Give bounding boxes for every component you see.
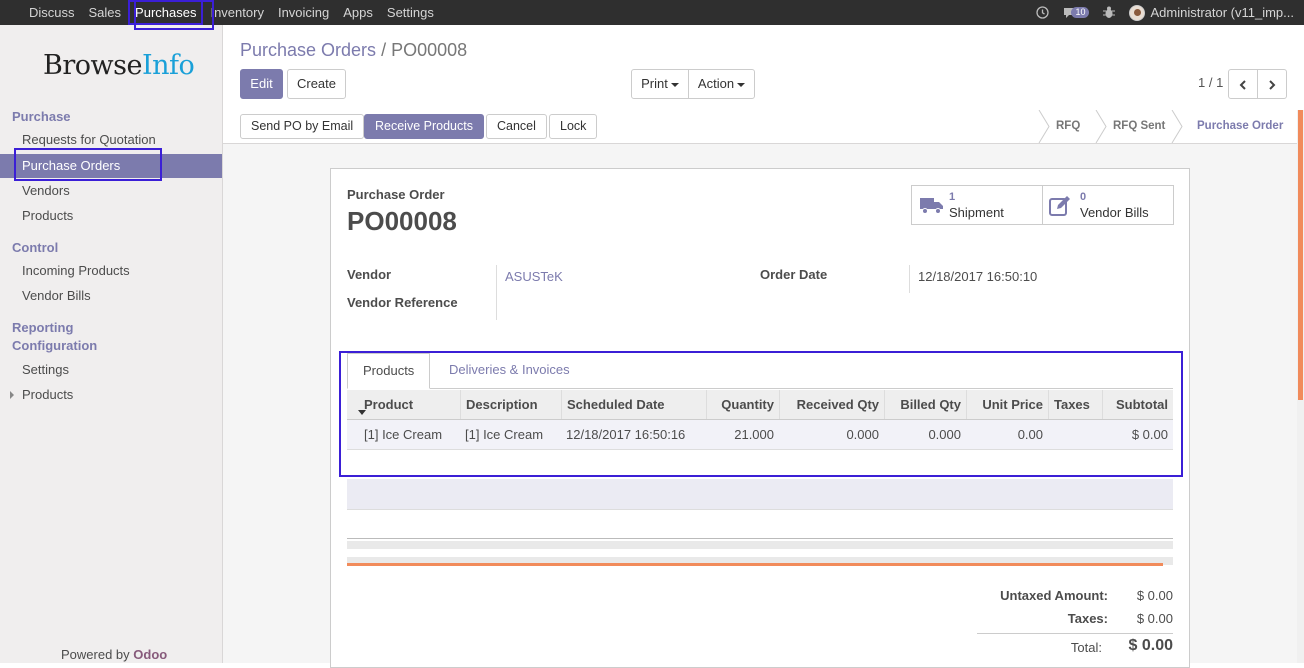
- shipment-smart-button[interactable]: 1 Shipment: [911, 185, 1043, 225]
- pager-previous-button[interactable]: [1228, 69, 1258, 99]
- breadcrumb-current: PO00008: [391, 40, 468, 60]
- vendor-link[interactable]: ASUSTeK: [505, 269, 563, 284]
- section-configuration: Configuration: [12, 338, 98, 353]
- vendor-bills-smart-button[interactable]: 0 Vendor Bills: [1042, 185, 1174, 225]
- stage-separator-icon: [1171, 110, 1183, 143]
- untaxed-amount-value: $ 0.00: [1136, 588, 1173, 603]
- breadcrumb-parent[interactable]: Purchase Orders: [240, 40, 376, 60]
- orange-divider: [347, 563, 1163, 566]
- stage-purchase-order: Purchase Order: [1197, 120, 1284, 132]
- total-value: $ 0.00: [1128, 637, 1173, 654]
- total-label: Total:: [1070, 640, 1102, 655]
- highlight-products-table: [339, 351, 1183, 477]
- totals-divider: [977, 633, 1173, 634]
- document-name: PO00008: [347, 206, 457, 236]
- create-button[interactable]: Create: [287, 69, 346, 99]
- taxes-label: Taxes:: [1067, 611, 1108, 626]
- menu-settings[interactable]: Settings: [380, 0, 441, 25]
- section-purchase: Purchase: [12, 109, 71, 124]
- breadcrumb: Purchase Orders / PO00008: [240, 40, 468, 60]
- systray: 10 Administrator (v11_imp...: [1036, 0, 1304, 25]
- receive-products-button[interactable]: Receive Products: [364, 114, 484, 139]
- edit-button[interactable]: Edit: [240, 69, 283, 99]
- taxes-value: $ 0.00: [1136, 611, 1173, 626]
- field-divider: [909, 265, 910, 293]
- menu-sales[interactable]: Sales: [82, 0, 129, 25]
- status-bar: Send PO by Email Receive Products Cancel…: [223, 110, 1304, 144]
- chevron-down-icon: [737, 82, 746, 87]
- document-type: Purchase Order: [347, 187, 445, 202]
- caret-right-icon: [10, 391, 14, 399]
- order-date-value: 12/18/2017 16:50:10: [918, 269, 1038, 284]
- vendor-label: Vendor: [347, 267, 392, 282]
- stage-separator-icon: [1038, 110, 1050, 143]
- chevron-down-icon: [670, 82, 679, 87]
- section-reporting[interactable]: Reporting: [12, 320, 73, 335]
- action-dropdown[interactable]: Action: [688, 69, 755, 99]
- field-divider: [496, 265, 497, 320]
- pager-value: 1 / 1: [1198, 75, 1224, 90]
- user-avatar[interactable]: [1129, 4, 1146, 21]
- control-panel: Purchase Orders / PO00008 Edit Create Prin…: [223, 25, 1304, 111]
- sidebar-item-config-products[interactable]: Products: [0, 383, 222, 407]
- bug-icon[interactable]: [1103, 6, 1116, 19]
- app-menu: Discuss Sales Purchases Inventory Invoic…: [22, 0, 441, 25]
- clock-icon[interactable]: [1036, 6, 1050, 19]
- messages-count-badge: 10: [1071, 7, 1090, 18]
- highlight-purchase-orders: [14, 148, 162, 181]
- scrollbar[interactable]: [1297, 110, 1304, 663]
- cancel-button[interactable]: Cancel: [486, 114, 547, 139]
- menu-apps[interactable]: Apps: [336, 0, 380, 25]
- divider: [347, 538, 1173, 539]
- stage-separator-icon: [1095, 110, 1107, 143]
- section-control: Control: [12, 240, 59, 255]
- highlight-purchases-menu: [134, 0, 214, 30]
- stage-rfq[interactable]: RFQ: [1056, 110, 1080, 143]
- order-date-label: Order Date: [760, 267, 828, 282]
- pencil-square-icon: [1049, 196, 1070, 216]
- menu-discuss[interactable]: Discuss: [22, 0, 82, 25]
- truck-icon: [920, 198, 943, 214]
- chevron-right-icon: [1269, 79, 1276, 90]
- scrollbar-thumb[interactable]: [1298, 110, 1303, 400]
- chevron-left-icon: [1239, 79, 1246, 90]
- send-po-by-email-button[interactable]: Send PO by Email: [240, 114, 365, 139]
- sidebar-item-incoming-products[interactable]: Incoming Products: [0, 259, 222, 283]
- user-menu[interactable]: Administrator (v11_imp...: [1150, 5, 1294, 20]
- lock-button[interactable]: Lock: [549, 114, 598, 139]
- pager-next-button[interactable]: [1257, 69, 1287, 99]
- sidebar-item-settings[interactable]: Settings: [0, 358, 222, 382]
- divider: [347, 541, 1173, 549]
- print-dropdown[interactable]: Print: [631, 69, 689, 99]
- sidebar-item-vendor-bills[interactable]: Vendor Bills: [0, 284, 222, 308]
- sidebar: BrowseInfo Purchase Requests for Quotati…: [0, 25, 223, 663]
- powered-by: Powered by Odoo: [61, 647, 168, 662]
- menu-invoicing[interactable]: Invoicing: [271, 0, 336, 25]
- vendor-reference-label: Vendor Reference: [347, 295, 458, 310]
- sidebar-item-vendors[interactable]: Vendors: [0, 179, 222, 203]
- stage-rfq-sent[interactable]: RFQ Sent: [1113, 110, 1165, 143]
- table-empty-row: [347, 479, 1173, 510]
- company-logo: BrowseInfo: [43, 50, 195, 81]
- untaxed-amount-label: Untaxed Amount:: [1000, 588, 1108, 603]
- messages-icon[interactable]: 10: [1063, 7, 1090, 19]
- sidebar-item-products[interactable]: Products: [0, 204, 222, 228]
